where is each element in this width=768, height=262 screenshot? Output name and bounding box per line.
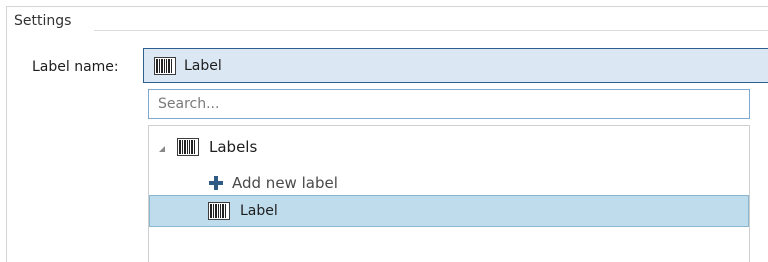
label-name-caption: Label name: [32,59,119,75]
plus-icon [209,176,223,190]
barcode-icon [208,202,230,220]
group-divider [94,30,768,31]
tree-item-text: Label [240,203,278,219]
tree-node-labels[interactable]: Labels [157,134,257,160]
label-name-dropdown[interactable]: Label [143,48,768,83]
label-tree: Labels Add new label Label [148,125,750,262]
barcode-icon [177,138,199,156]
barcode-icon [154,56,176,75]
tree-item-label[interactable]: Label [149,195,749,227]
search-input[interactable] [148,89,750,119]
settings-group-title: Settings [14,13,72,29]
add-new-label-button[interactable]: Add new label [209,170,338,196]
label-name-value: Label [184,57,222,74]
expand-arrow-icon[interactable] [159,146,165,152]
tree-node-label: Labels [209,138,258,156]
add-new-label-text: Add new label [232,174,338,192]
